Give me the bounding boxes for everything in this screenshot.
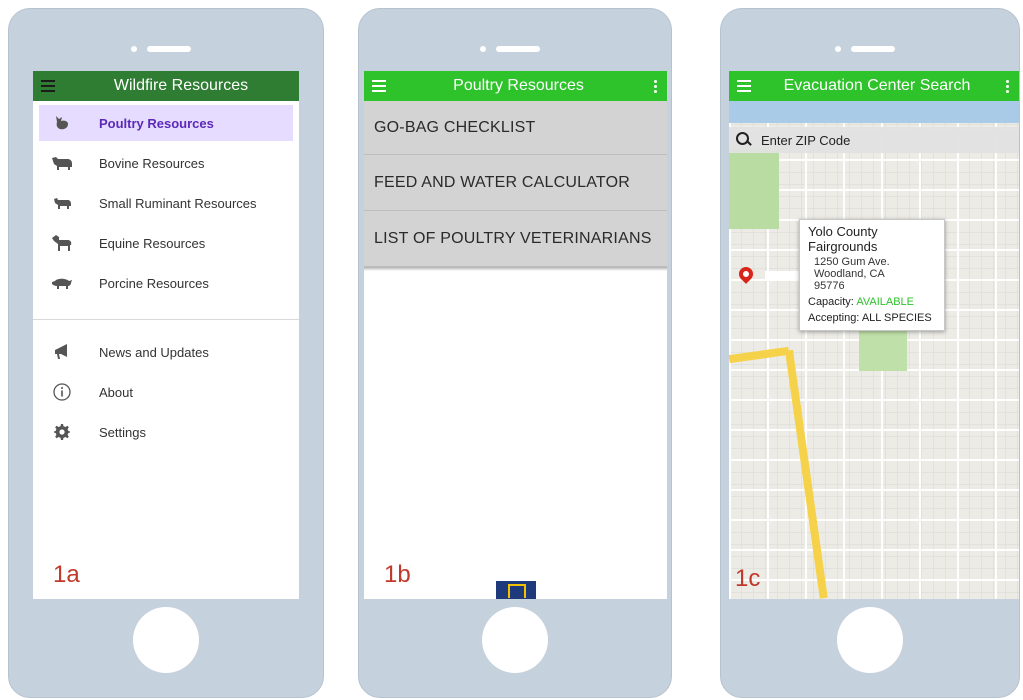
app-bar: Wildfire Resources (33, 71, 299, 101)
app-title: Evacuation Center Search (783, 77, 971, 94)
map-reservoir (859, 331, 907, 371)
divider (33, 319, 299, 320)
cow-icon (49, 154, 75, 172)
drawer-item-label: Settings (99, 424, 146, 440)
resource-list: Poultry Resources Bovine Resources Small… (33, 105, 299, 301)
accepting-value: ALL SPECIES (861, 312, 932, 325)
drawer-item-label: About (99, 384, 133, 400)
speaker (480, 45, 550, 53)
drawer-item-label: Bovine Resources (99, 155, 205, 171)
menu-icon[interactable] (729, 71, 759, 101)
more-options-icon[interactable] (643, 79, 667, 93)
speaker (835, 45, 905, 53)
screen-b: Poultry Resources GO-BAG CHECKLIST FEED … (364, 71, 667, 599)
drawer-item-settings[interactable]: Settings (39, 414, 293, 450)
drawer-item-bovine[interactable]: Bovine Resources (39, 145, 293, 181)
list-shadow (364, 267, 667, 271)
drawer-item-label: Porcine Resources (99, 275, 209, 291)
drawer-item-label: News and Updates (99, 344, 209, 360)
map-park (729, 149, 779, 229)
pig-icon (49, 274, 75, 292)
drawer-item-label: Equine Resources (99, 235, 206, 251)
drawer-item-small-ruminant[interactable]: Small Ruminant Resources (39, 185, 293, 221)
gear-icon (49, 423, 75, 441)
secondary-list: News and Updates About Settings (33, 334, 299, 450)
drawer-item-label: Poultry Resources (99, 115, 214, 131)
home-button[interactable] (837, 607, 903, 673)
capacity-row: Capacity: AVAILABLE (808, 296, 938, 308)
phone-frame-c: Evacuation Center Search Yolo County Fai… (720, 8, 1020, 698)
logo-icon (496, 581, 536, 599)
location-info-card[interactable]: Yolo County Fairgrounds 1250 Gum Ave. Wo… (799, 219, 945, 332)
map-water (729, 101, 1019, 123)
chicken-icon (49, 114, 75, 132)
menu-icon[interactable] (33, 71, 63, 101)
address-line: 1250 Gum Ave. (814, 256, 890, 268)
app-bar: Poultry Resources (364, 71, 667, 101)
address-line: 95776 (814, 280, 845, 293)
menu-icon[interactable] (364, 71, 394, 101)
home-button[interactable] (482, 607, 548, 673)
figure-label: 1a (53, 561, 80, 588)
figure-label: 1c (735, 565, 761, 592)
map-highway (729, 346, 790, 364)
location-pin-icon[interactable] (736, 264, 756, 284)
accepting-row: Accepting: ALL SPECIES (808, 312, 938, 324)
drawer-item-label: Small Ruminant Resources (99, 195, 257, 211)
poultry-resource-list: GO-BAG CHECKLIST FEED AND WATER CALCULAT… (364, 101, 667, 267)
phone-frame-b: Poultry Resources GO-BAG CHECKLIST FEED … (358, 8, 672, 698)
location-name: Yolo County Fairgrounds (808, 224, 878, 254)
drawer-item-equine[interactable]: Equine Resources (39, 225, 293, 261)
drawer-item-porcine[interactable]: Porcine Resources (39, 265, 293, 301)
sheep-icon (49, 194, 75, 212)
zip-search-bar[interactable] (729, 127, 1019, 153)
accepting-label: Accepting: (808, 312, 860, 325)
screen-c: Evacuation Center Search Yolo County Fai… (729, 71, 1019, 599)
map-view[interactable]: Yolo County Fairgrounds 1250 Gum Ave. Wo… (729, 101, 1019, 599)
callout-pointer (765, 271, 801, 279)
search-icon (735, 131, 753, 149)
info-icon (49, 383, 75, 401)
speaker (131, 45, 201, 53)
app-title: Poultry Resources (453, 77, 584, 94)
phone-frame-a: Wildfire Resources Poultry Resources Bov… (8, 8, 324, 698)
more-options-icon[interactable] (995, 79, 1019, 93)
app-bar: Evacuation Center Search (729, 71, 1019, 101)
go-bag-checklist-item[interactable]: GO-BAG CHECKLIST (364, 101, 667, 155)
screen-a: Wildfire Resources Poultry Resources Bov… (33, 71, 299, 599)
app-title: Wildfire Resources (113, 77, 249, 94)
drawer-item-poultry[interactable]: Poultry Resources (39, 105, 293, 141)
map-highway (785, 349, 828, 599)
horse-icon (49, 234, 75, 252)
home-button[interactable] (133, 607, 199, 673)
megaphone-icon (49, 343, 75, 361)
figure-label: 1b (384, 561, 411, 588)
capacity-value: AVAILABLE (856, 296, 914, 309)
zip-code-input[interactable] (761, 132, 961, 148)
drawer-item-news[interactable]: News and Updates (39, 334, 293, 370)
feed-water-calculator-item[interactable]: FEED AND WATER CALCULATOR (364, 155, 667, 211)
capacity-label: Capacity: (808, 296, 854, 309)
address-line: Woodland, CA (814, 268, 885, 281)
poultry-veterinarians-item[interactable]: LIST OF POULTRY VETERINARIANS (364, 211, 667, 267)
drawer-item-about[interactable]: About (39, 374, 293, 410)
